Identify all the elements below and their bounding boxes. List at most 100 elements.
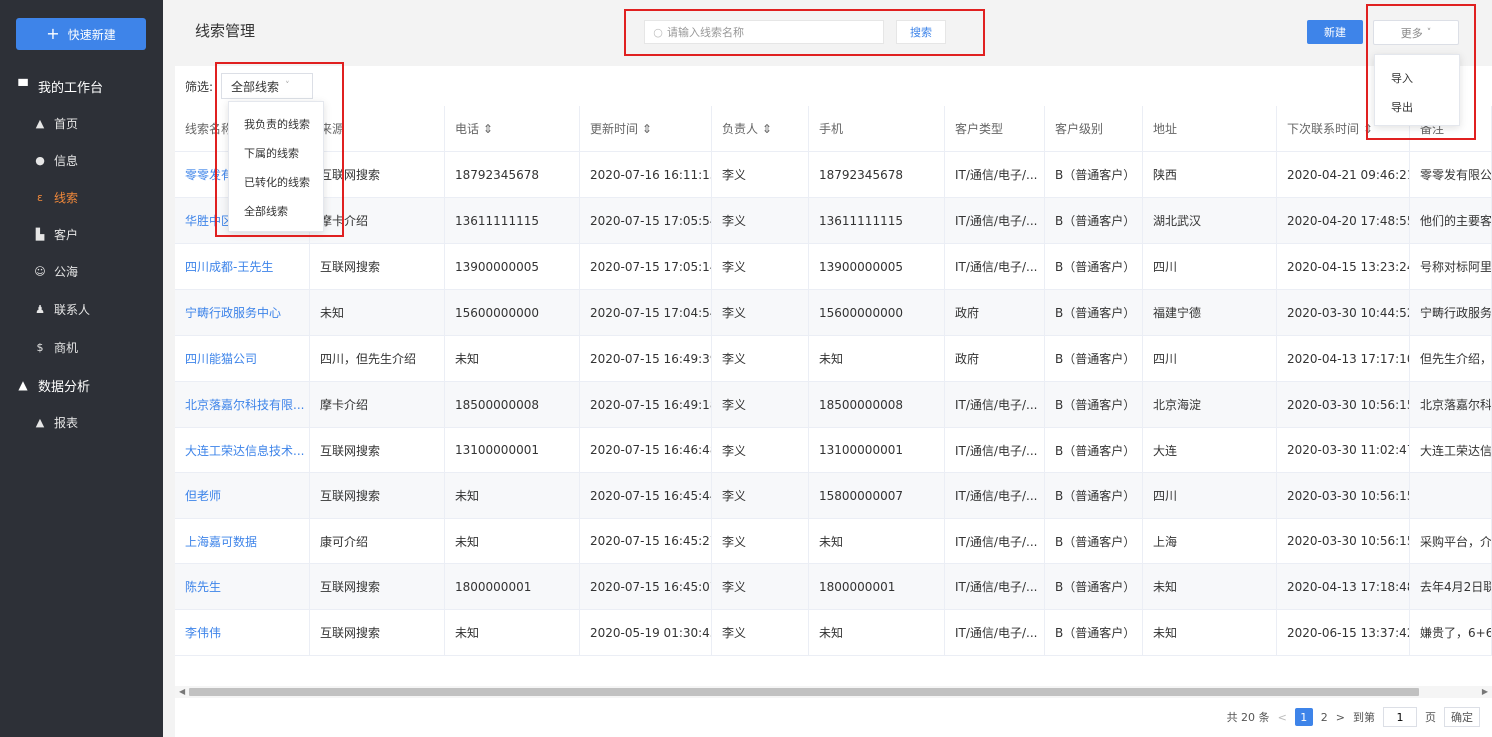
column-header[interactable]: 地址	[1143, 106, 1277, 151]
table-cell: 2020-03-30 11:02:47	[1277, 428, 1410, 472]
pool-icon: ☺	[34, 264, 46, 278]
table-cell: IT/通信/电子/...	[945, 152, 1045, 197]
table-cell: 李义	[712, 428, 809, 472]
table-row[interactable]: 北京落嘉尔科技有限... 摩卡介绍 18500000008 2020-07-15 16…	[175, 382, 1492, 428]
lead-name-link[interactable]: 四川成都-王先生	[175, 244, 310, 289]
table-cell: 四川，但先生介绍	[310, 336, 445, 381]
table-cell: 2020-04-13 17:18:48	[1277, 564, 1410, 609]
table-header-row: 线索名称 来源 电话 ⇕ 更新时间 ⇕ 负责人 ⇕ 手机 客户类型 客户级别 地址 下次联系时间 …	[175, 106, 1492, 152]
sidebar-item-label: 首页	[54, 116, 79, 131]
page-1-button[interactable]: 1	[1294, 708, 1313, 726]
table-row[interactable]: 零零发有... 互联网搜索 18792345678 2020-07-16 16:11:…	[175, 152, 1492, 198]
table-cell: 去年4月2日联	[1410, 564, 1492, 609]
nav-group-analytics[interactable]: ▲ 数据分析	[0, 367, 163, 403]
table-cell: 18500000008	[809, 382, 945, 427]
table-cell: B（普通客户）	[1045, 290, 1143, 335]
table-row[interactable]: 宁畴行政服务中心 未知 15600000000 2020-07-15 17:04:54…	[175, 290, 1492, 336]
table-cell: 2020-03-30 10:56:15	[1277, 382, 1410, 427]
table-cell: 四川	[1143, 336, 1277, 381]
table-cell: 13900000005	[445, 244, 580, 289]
lead-name-link[interactable]: 陈先生	[175, 564, 310, 609]
table-cell: 北京海淀	[1143, 382, 1277, 427]
page-unit-label: 页	[1425, 711, 1436, 724]
horizontal-scrollbar[interactable]: ◀ ▶	[175, 686, 1492, 698]
goto-page-input[interactable]	[1383, 707, 1417, 727]
next-page-button[interactable]: >	[1336, 711, 1345, 724]
lead-name-link[interactable]: 但老师	[175, 473, 310, 518]
sidebar-item-message[interactable]: ● 信息	[0, 142, 163, 178]
table-cell: 康可介绍	[310, 519, 445, 563]
table-cell: 13100000001	[445, 428, 580, 472]
table-cell: 上海	[1143, 519, 1277, 563]
table-cell: 15600000000	[809, 290, 945, 335]
table-cell: 互联网搜索	[310, 610, 445, 655]
scrollbar-thumb[interactable]	[189, 688, 1419, 696]
table-cell: 2020-07-15 17:05:54	[580, 198, 712, 243]
sidebar-item-opportunity[interactable]: $ 商机	[0, 329, 163, 365]
table-cell: 李义	[712, 564, 809, 609]
lead-name-link[interactable]: 上海嘉可数据	[175, 519, 310, 563]
table-row[interactable]: 李伟伟 互联网搜索 未知 2020-05-19 01:30:45 李义 未知 IT/通信/电…	[175, 610, 1492, 656]
table-cell: 13611111115	[445, 198, 580, 243]
page-2-button[interactable]: 2	[1321, 711, 1328, 724]
quick-new-button[interactable]: + 快速新建	[16, 18, 146, 50]
prev-page-button[interactable]: <	[1278, 711, 1287, 724]
new-button[interactable]: 新建	[1307, 20, 1363, 44]
lead-name-link[interactable]: 宁畴行政服务中心	[175, 290, 310, 335]
sidebar-item-customer[interactable]: ▙ 客户	[0, 216, 163, 252]
table-cell: 李义	[712, 473, 809, 518]
table-cell: 未知	[445, 519, 580, 563]
lead-name-link[interactable]: 北京落嘉尔科技有限...	[175, 382, 310, 427]
nav-group-label: 数据分析	[38, 379, 91, 395]
column-header[interactable]: 客户类型	[945, 106, 1045, 151]
table-cell: 福建宁德	[1143, 290, 1277, 335]
sidebar-item-label: 联系人	[54, 302, 91, 317]
filter-bar: 筛选: 全部线索 ˅	[175, 66, 1492, 106]
lead-name-link[interactable]: 大连工荣达信息技术...	[175, 428, 310, 472]
table-cell: 18500000008	[445, 382, 580, 427]
sidebar-item-leads[interactable]: ε 线索	[0, 179, 163, 215]
table-cell: 李义	[712, 244, 809, 289]
table-cell: 李义	[712, 152, 809, 197]
sidebar-item-contacts[interactable]: ♟ 联系人	[0, 291, 163, 327]
scroll-left-icon[interactable]: ◀	[179, 686, 185, 698]
table-row[interactable]: 但老师 互联网搜索 未知 2020-07-15 16:45:44 李义 158000000…	[175, 473, 1492, 519]
table-cell: 互联网搜索	[310, 428, 445, 472]
table-cell: 2020-04-21 09:46:21	[1277, 152, 1410, 197]
table-cell: 摩卡介绍	[310, 382, 445, 427]
table-row[interactable]: 四川能猫公司 四川，但先生介绍 未知 2020-07-15 16:49:39 李义 未知政…	[175, 336, 1492, 382]
table-cell: 未知	[809, 519, 945, 563]
table-cell: 18792345678	[445, 152, 580, 197]
sidebar-item-public-pool[interactable]: ☺ 公海	[0, 253, 163, 289]
table-cell: 互联网搜索	[310, 473, 445, 518]
contact-icon: ♟	[35, 302, 45, 316]
column-header[interactable]: 负责人 ⇕	[712, 106, 809, 151]
nav-group-workbench[interactable]: ▀ 我的工作台	[0, 68, 163, 104]
table-cell: 2020-07-15 16:45:44	[580, 473, 712, 518]
table-cell: 2020-06-15 13:37:42	[1277, 610, 1410, 655]
table-row[interactable]: 上海嘉可数据 康可介绍 未知 2020-07-15 16:45:27 李义 未知 IT/通信…	[175, 519, 1492, 564]
scroll-right-icon[interactable]: ▶	[1482, 686, 1488, 698]
goto-confirm-button[interactable]: 确定	[1444, 707, 1480, 727]
sidebar-item-home[interactable]: ▲ 首页	[0, 105, 163, 141]
column-header[interactable]: 手机	[809, 106, 945, 151]
nav-group-label: 我的工作台	[38, 80, 104, 96]
column-header[interactable]: 电话 ⇕	[445, 106, 580, 151]
table-cell: 四川	[1143, 473, 1277, 518]
money-icon: $	[36, 340, 44, 354]
sidebar-item-reports[interactable]: ▲ 报表	[0, 404, 163, 440]
column-header[interactable]: 客户级别	[1045, 106, 1143, 151]
lead-name-link[interactable]: 四川能猫公司	[175, 336, 310, 381]
table-row[interactable]: 陈先生 互联网搜索 1800000001 2020-07-15 16:45:07 李义 1…	[175, 564, 1492, 610]
table-cell: IT/通信/电子/...	[945, 519, 1045, 563]
column-header[interactable]: 更新时间 ⇕	[580, 106, 712, 151]
lead-name-link[interactable]: 李伟伟	[175, 610, 310, 655]
table-cell: B（普通客户）	[1045, 564, 1143, 609]
table-cell: 2020-07-16 16:11:13	[580, 152, 712, 197]
table-cell: 2020-07-15 16:46:48	[580, 428, 712, 472]
table-cell: B（普通客户）	[1045, 428, 1143, 472]
table-row[interactable]: 华胜中区... 摩卡介绍 13611111115 2020-07-15 17:05:5…	[175, 198, 1492, 244]
quick-new-label: 快速新建	[67, 27, 116, 42]
table-row[interactable]: 大连工荣达信息技术... 互联网搜索 13100000001 2020-07-15 1…	[175, 428, 1492, 473]
table-row[interactable]: 四川成都-王先生 互联网搜索 13900000005 2020-07-15 17:05…	[175, 244, 1492, 290]
